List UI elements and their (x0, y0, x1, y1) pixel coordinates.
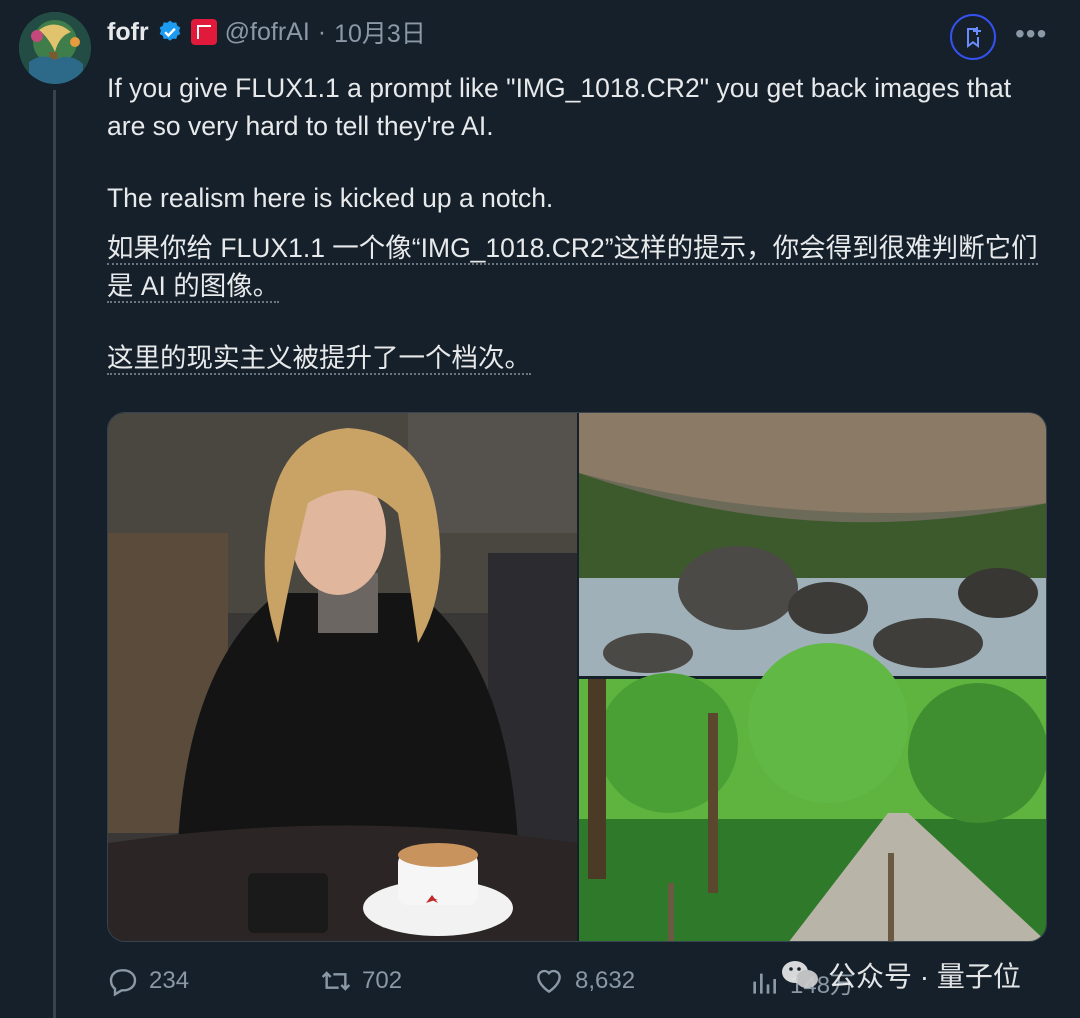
media-grid (107, 412, 1047, 942)
tweet-header: fofr @fofrAI · 10月3日 (107, 14, 426, 50)
like-button[interactable]: 8,632 (533, 965, 635, 997)
author-handle[interactable]: @fofrAI (225, 18, 310, 47)
repost-icon (321, 971, 351, 991)
reply-count: 234 (149, 967, 190, 994)
thread-line (53, 90, 56, 1018)
repost-button[interactable]: 702 (320, 965, 402, 997)
tweet-text-line3: The realism here is kicked up a notch. (107, 183, 554, 213)
translation-text: 这里的现实主义被提升了一个档次。 (107, 343, 531, 375)
more-options-icon[interactable]: ••• (1015, 18, 1047, 50)
photo-forest-path[interactable] (579, 643, 1047, 942)
translation-text: 如果你给 FLUX1.1 一个像“IMG_1018.CR2”这样的提示，你会得到… (107, 233, 1038, 265)
tweet-text-line2: are so very hard to tell they're AI. (107, 111, 494, 141)
heart-icon (537, 969, 561, 994)
photo-mountain-stream[interactable] (579, 413, 1047, 676)
tweet-date[interactable]: 10月3日 (334, 14, 426, 50)
reply-icon (109, 969, 137, 997)
date-separator: · (317, 17, 327, 46)
grok-icon (967, 27, 981, 48)
affiliation-badge-icon[interactable] (190, 19, 217, 45)
analytics-icon (753, 973, 776, 994)
reply-button[interactable]: 234 (107, 965, 189, 997)
watermark-text: 公众号 · 量子位 (828, 961, 1021, 992)
translation-line1: 如果你给 FLUX1.1 一个像“IMG_1018.CR2”这样的提示，你会得到… (107, 230, 1057, 267)
like-count: 8,632 (575, 967, 636, 994)
verified-badge-icon (159, 20, 180, 41)
repost-count: 702 (362, 967, 403, 994)
tweet-text-line1: If you give FLUX1.1 a prompt like "IMG_1… (107, 73, 1012, 103)
avatar[interactable] (19, 12, 91, 84)
wechat-icon (782, 961, 818, 988)
translation-line3: 这里的现实主义被提升了一个档次。 (107, 340, 1057, 377)
photo-woman-cafe[interactable] (108, 413, 577, 942)
translation-text: 是 AI 的图像。 (107, 271, 280, 303)
grok-button[interactable] (950, 14, 996, 60)
watermark: 公众号 · 量子位 (780, 955, 1021, 995)
author-name[interactable]: fofr (107, 18, 149, 47)
translation-line2: 是 AI 的图像。 (107, 268, 1057, 305)
